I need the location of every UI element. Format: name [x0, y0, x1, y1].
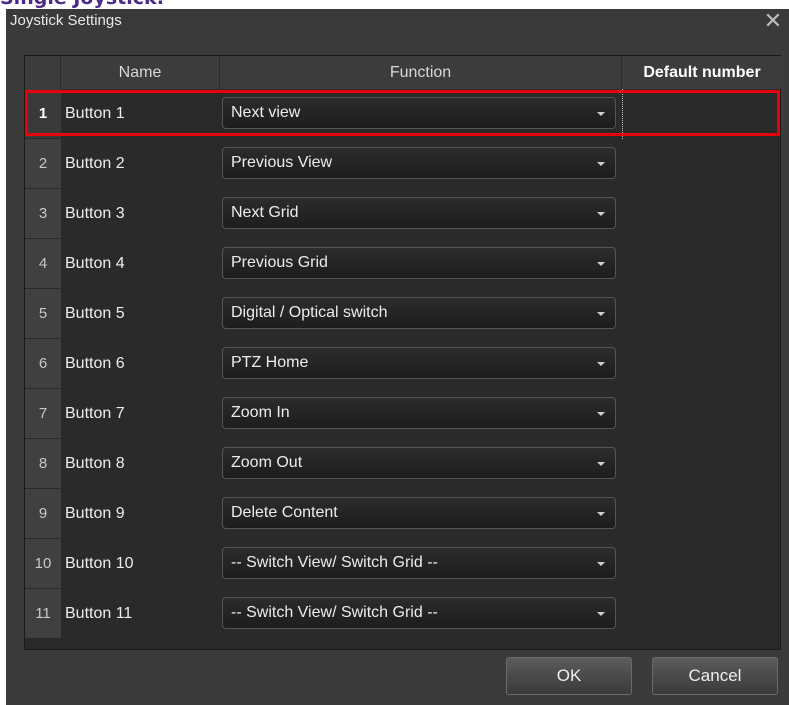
function-value: Zoom In — [231, 404, 290, 421]
row-number: 7 — [25, 389, 61, 439]
close-icon[interactable]: ✕ — [763, 9, 783, 33]
row-number: 9 — [25, 489, 61, 539]
row-number: 1 — [25, 89, 61, 139]
table-row[interactable]: 3 Button 3 Next Grid — [25, 189, 782, 239]
function-dropdown[interactable]: Zoom In — [222, 397, 616, 429]
button-mapping-table: Name Function Default number 1 Button 1 Ne… — [24, 55, 782, 650]
button-name: Button 3 — [65, 205, 125, 222]
default-number-cell[interactable] — [622, 289, 782, 339]
default-number-cell[interactable] — [622, 489, 782, 539]
button-name: Button 10 — [65, 555, 134, 572]
dialog-title: Joystick Settings — [10, 12, 122, 29]
button-name: Button 7 — [65, 405, 125, 422]
function-value: -- Switch View/ Switch Grid -- — [231, 554, 438, 571]
column-header-function: Function — [220, 56, 622, 89]
chevron-down-icon — [597, 262, 605, 266]
function-value: Next Grid — [231, 204, 299, 221]
column-header-name: Name — [61, 56, 220, 89]
table-row[interactable]: 9 Button 9 Delete Content — [25, 489, 782, 539]
default-number-cell[interactable] — [622, 189, 782, 239]
default-number-cell[interactable] — [622, 89, 782, 139]
table-row[interactable]: 4 Button 4 Previous Grid — [25, 239, 782, 289]
chevron-down-icon — [597, 512, 605, 516]
button-name: Button 4 — [65, 255, 125, 272]
default-number-cell[interactable] — [622, 539, 782, 589]
chevron-down-icon — [597, 462, 605, 466]
chevron-down-icon — [597, 612, 605, 616]
table-row[interactable]: 7 Button 7 Zoom In — [25, 389, 782, 439]
button-name: Button 9 — [65, 505, 125, 522]
function-dropdown[interactable]: Previous Grid — [222, 247, 616, 279]
default-number-cell[interactable] — [622, 339, 782, 389]
chevron-down-icon — [597, 162, 605, 166]
function-dropdown[interactable]: Next Grid — [222, 197, 616, 229]
cancel-button[interactable]: Cancel — [652, 657, 778, 695]
function-dropdown[interactable]: -- Switch View/ Switch Grid -- — [222, 597, 616, 629]
row-number: 10 — [25, 539, 61, 589]
function-dropdown[interactable]: Previous View — [222, 147, 616, 179]
function-value: Previous Grid — [231, 254, 328, 271]
function-value: Next view — [231, 104, 301, 121]
button-name: Button 6 — [65, 355, 125, 372]
title-bar: Joystick Settings ✕ — [6, 9, 789, 35]
function-value: Delete Content — [231, 504, 338, 521]
row-number: 4 — [25, 239, 61, 289]
table-row[interactable]: 6 Button 6 PTZ Home — [25, 339, 782, 389]
table-row[interactable]: 1 Button 1 Next view — [25, 89, 782, 139]
chevron-down-icon — [597, 362, 605, 366]
chevron-down-icon — [597, 212, 605, 216]
default-number-cell[interactable] — [622, 389, 782, 439]
table-row[interactable]: 8 Button 8 Zoom Out — [25, 439, 782, 489]
page-heading: Single Joystick: — [0, 0, 164, 9]
chevron-down-icon — [597, 312, 605, 316]
function-value: PTZ Home — [231, 354, 309, 371]
function-value: -- Switch View/ Switch Grid -- — [231, 604, 438, 621]
ok-button[interactable]: OK — [506, 657, 632, 695]
function-dropdown[interactable]: Digital / Optical switch — [222, 297, 616, 329]
row-number: 5 — [25, 289, 61, 339]
function-value: Previous View — [231, 154, 333, 171]
table-row[interactable]: 2 Button 2 Previous View — [25, 139, 782, 189]
table-row[interactable]: 10 Button 10 -- Switch View/ Switch Grid -… — [25, 539, 782, 589]
chevron-down-icon — [597, 412, 605, 416]
function-dropdown[interactable]: Delete Content — [222, 497, 616, 529]
row-number: 8 — [25, 439, 61, 489]
row-number: 6 — [25, 339, 61, 389]
button-name: Button 11 — [65, 605, 133, 622]
function-dropdown[interactable]: PTZ Home — [222, 347, 616, 379]
default-number-cell[interactable] — [622, 239, 782, 289]
function-value: Zoom Out — [231, 454, 303, 471]
row-number: 2 — [25, 139, 61, 189]
table-row[interactable]: 5 Button 5 Digital / Optical switch — [25, 289, 782, 339]
default-number-cell[interactable] — [622, 439, 782, 489]
function-dropdown[interactable]: -- Switch View/ Switch Grid -- — [222, 547, 616, 579]
chevron-down-icon — [597, 112, 605, 116]
button-name: Button 1 — [65, 105, 125, 122]
table-row[interactable]: 11 Button 11 -- Switch View/ Switch Grid -… — [25, 589, 782, 639]
chevron-down-icon — [597, 562, 605, 566]
default-number-cell[interactable] — [622, 139, 782, 189]
function-dropdown[interactable]: Zoom Out — [222, 447, 616, 479]
function-value: Digital / Optical switch — [231, 304, 388, 321]
button-name: Button 5 — [65, 305, 125, 322]
button-name: Button 2 — [65, 155, 125, 172]
button-name: Button 8 — [65, 455, 125, 472]
row-number: 11 — [25, 589, 61, 639]
joystick-settings-dialog: Joystick Settings ✕ Name Function Defaul… — [6, 9, 789, 705]
column-header-number — [25, 56, 61, 89]
default-number-cell[interactable] — [622, 589, 782, 639]
column-header-default-number: Default number — [622, 56, 782, 89]
function-dropdown[interactable]: Next view — [222, 97, 616, 129]
row-number: 3 — [25, 189, 61, 239]
